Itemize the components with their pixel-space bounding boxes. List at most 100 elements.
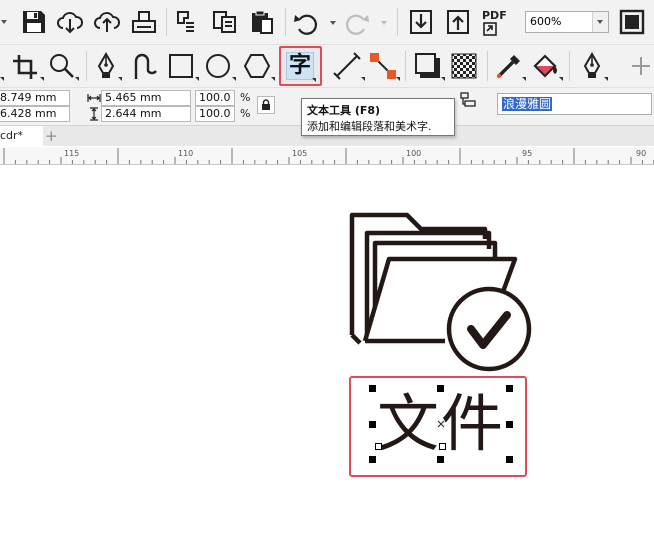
zoom-level-value: 600% [530, 15, 562, 28]
document-tab-label: cdr* [0, 129, 24, 142]
outline-pen-icon[interactable] [581, 52, 603, 80]
x-position-field[interactable]: 8.749 mm [0, 90, 70, 106]
drop-shadow-icon[interactable] [414, 52, 442, 80]
curve-icon[interactable] [128, 51, 158, 81]
save-icon[interactable] [21, 9, 47, 35]
ruler-label: 100 [406, 149, 422, 158]
toolbox: 字 [0, 45, 654, 88]
add-tab-button[interactable]: + [45, 129, 58, 144]
flyout-indicator [396, 77, 400, 81]
text-tool-tooltip: 文本工具 (F8) 添加和编辑段落和美术字. [301, 98, 455, 136]
text-tool-icon: 字 [289, 53, 312, 78]
interactive-fill-icon[interactable] [531, 52, 561, 80]
text-align-icon[interactable] [460, 92, 476, 110]
scale-y-field[interactable]: 100.0 [195, 106, 235, 122]
lock-ratio-button[interactable] [257, 96, 275, 114]
ruler-label: 105 [292, 149, 308, 158]
toolbar-separator [569, 51, 570, 81]
flyout-indicator [232, 77, 236, 81]
width-arrows-icon [87, 94, 101, 102]
flyout-indicator [604, 77, 608, 81]
flyout-indicator [195, 77, 199, 81]
flyout-indicator [312, 78, 316, 82]
ruler-label: 90 [636, 149, 647, 158]
selection-handle[interactable] [369, 421, 376, 428]
redo-icon[interactable] [344, 11, 370, 35]
print-icon[interactable] [131, 9, 157, 35]
rectangle-icon[interactable] [168, 53, 194, 79]
selection-handle[interactable] [506, 421, 513, 428]
cloud-download-icon[interactable] [56, 10, 84, 34]
flyout-indicator [361, 77, 365, 81]
copy-icon[interactable] [212, 10, 238, 34]
selection-handle[interactable] [437, 385, 444, 392]
zoom-level-combo[interactable]: 600% [525, 11, 609, 33]
dimension-icon[interactable] [333, 52, 361, 80]
selection-handle[interactable] [369, 456, 376, 463]
flyout-indicator [441, 77, 445, 81]
flyout-indicator [559, 77, 563, 81]
selection-handle[interactable] [506, 456, 513, 463]
export-icon[interactable] [446, 9, 470, 35]
polygon-icon[interactable] [243, 53, 271, 79]
pdf-label: PDF [482, 9, 507, 22]
percent-label-y: % [240, 107, 251, 120]
text-node-handle[interactable] [375, 443, 382, 450]
ruler-ticks [3, 148, 654, 164]
redo-dropdown-caret[interactable] [381, 21, 387, 25]
toolbar-separator [405, 51, 406, 81]
text-tool-button[interactable]: 字 [279, 46, 322, 86]
tooltip-title: 文本工具 (F8) [307, 104, 381, 117]
scale-x-field[interactable]: 100.0 [195, 90, 235, 106]
height-field[interactable]: 2.644 mm [101, 106, 191, 122]
paste-icon[interactable] [249, 9, 275, 35]
document-tab[interactable]: cdr* [0, 126, 43, 146]
undo-dropdown-caret[interactable] [330, 21, 336, 25]
width-field[interactable]: 5.465 mm [101, 90, 191, 106]
import-icon[interactable] [409, 9, 433, 35]
selection-handle[interactable] [506, 385, 513, 392]
zoom-icon[interactable] [48, 52, 76, 80]
selection-handle[interactable] [369, 385, 376, 392]
export-pdf-icon[interactable]: PDF [481, 9, 511, 37]
flyout-indicator [75, 77, 79, 81]
horizontal-ruler[interactable]: 115 110 105 100 95 90 [0, 147, 654, 165]
undo-icon[interactable] [293, 11, 319, 35]
standard-toolbar: PDF 600% [0, 0, 654, 45]
percent-label-x: % [240, 91, 251, 104]
connector-icon[interactable] [369, 52, 397, 80]
cloud-upload-icon[interactable] [93, 10, 121, 34]
add-icon[interactable] [630, 55, 652, 77]
flyout-indicator [522, 77, 526, 81]
lock-icon [262, 99, 270, 110]
y-position-field[interactable]: 6.428 mm [0, 106, 70, 122]
ruler-label: 115 [64, 149, 80, 158]
font-name-value: 浪漫雅圆 [502, 97, 553, 111]
chevron-down-icon [597, 20, 603, 24]
flyout-indicator [40, 77, 44, 81]
toolbar-separator [86, 51, 87, 81]
folder-check-icon [349, 212, 532, 372]
tooltip-description: 添加和编辑段落和美术字. [307, 120, 432, 133]
flyout-indicator [0, 77, 4, 81]
text-node-handle[interactable] [439, 443, 446, 450]
ellipse-icon[interactable] [205, 53, 231, 79]
eyedropper-icon[interactable] [495, 52, 523, 80]
toolbar-separator [487, 51, 488, 81]
pdf-arrow-icon [483, 22, 497, 36]
toolbar-separator [397, 8, 398, 36]
pen-icon[interactable] [95, 52, 117, 80]
ruler-label: 95 [522, 149, 533, 158]
drawing-canvas[interactable]: 文件 [0, 165, 654, 545]
selection-handle[interactable] [437, 456, 444, 463]
toolbar-separator [285, 8, 286, 36]
flyout-indicator [118, 77, 122, 81]
import-snap-icon[interactable] [175, 10, 199, 34]
crop-icon[interactable] [11, 53, 39, 81]
font-list-combo[interactable]: 浪漫雅圆 [497, 93, 652, 115]
zoom-dropdown-button[interactable] [592, 12, 608, 32]
menu-overflow-caret[interactable] [1, 20, 7, 24]
transparency-icon[interactable] [451, 53, 477, 79]
full-screen-icon[interactable] [619, 9, 645, 35]
center-mark-icon [437, 420, 445, 428]
